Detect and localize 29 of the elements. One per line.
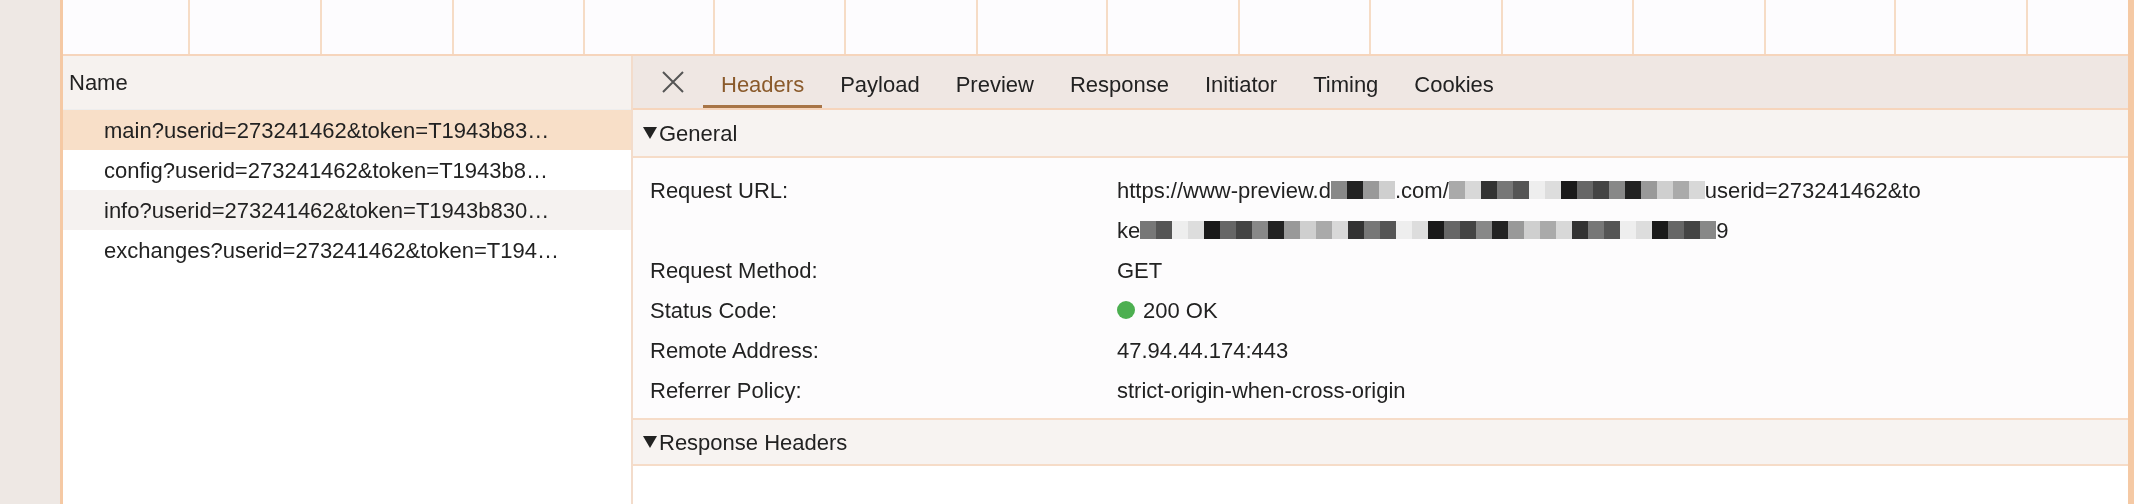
triangle-icon [643, 436, 657, 448]
header-label: Referrer Policy: [650, 376, 802, 405]
column-header: Name [69, 69, 128, 97]
tab[interactable]: Response [1051, 64, 1187, 108]
request-row[interactable]: info?userid=273241462&token=T1943b830… [63, 190, 631, 230]
header-value: strict-origin-when-cross-origin [1117, 376, 1406, 405]
tab[interactable]: Cookies [1396, 64, 1512, 108]
url-text: userid=273241462&to [1704, 176, 1921, 205]
triangle-icon [643, 127, 657, 139]
url-text: 9 [1716, 216, 1729, 245]
tab[interactable]: Timing [1295, 64, 1397, 108]
url-text: ke [1117, 216, 1141, 245]
section-header[interactable]: General [633, 110, 2128, 158]
section-title: General [659, 119, 738, 148]
url-text: https://www-preview.d [1117, 176, 1331, 205]
section-header[interactable]: Response Headers [633, 418, 2128, 466]
header-label: Status Code: [650, 296, 778, 325]
request-row[interactable]: main?userid=273241462&token=T1943b83… [63, 110, 631, 150]
section-title: Response Headers [659, 428, 848, 457]
header-label: Request Method: [650, 256, 818, 285]
status-value: 200 OK [1143, 296, 1218, 325]
header-value: GET [1117, 256, 1163, 285]
tab[interactable]: Payload [822, 64, 938, 108]
tab[interactable]: Preview [937, 64, 1052, 108]
header-label: Request URL: [650, 176, 789, 205]
url-text: .com/ [1394, 176, 1449, 205]
tab[interactable]: Initiator [1187, 64, 1296, 108]
header-label: Remote Address: [650, 336, 819, 365]
header-value: 47.94.44.174:443 [1117, 336, 1289, 365]
